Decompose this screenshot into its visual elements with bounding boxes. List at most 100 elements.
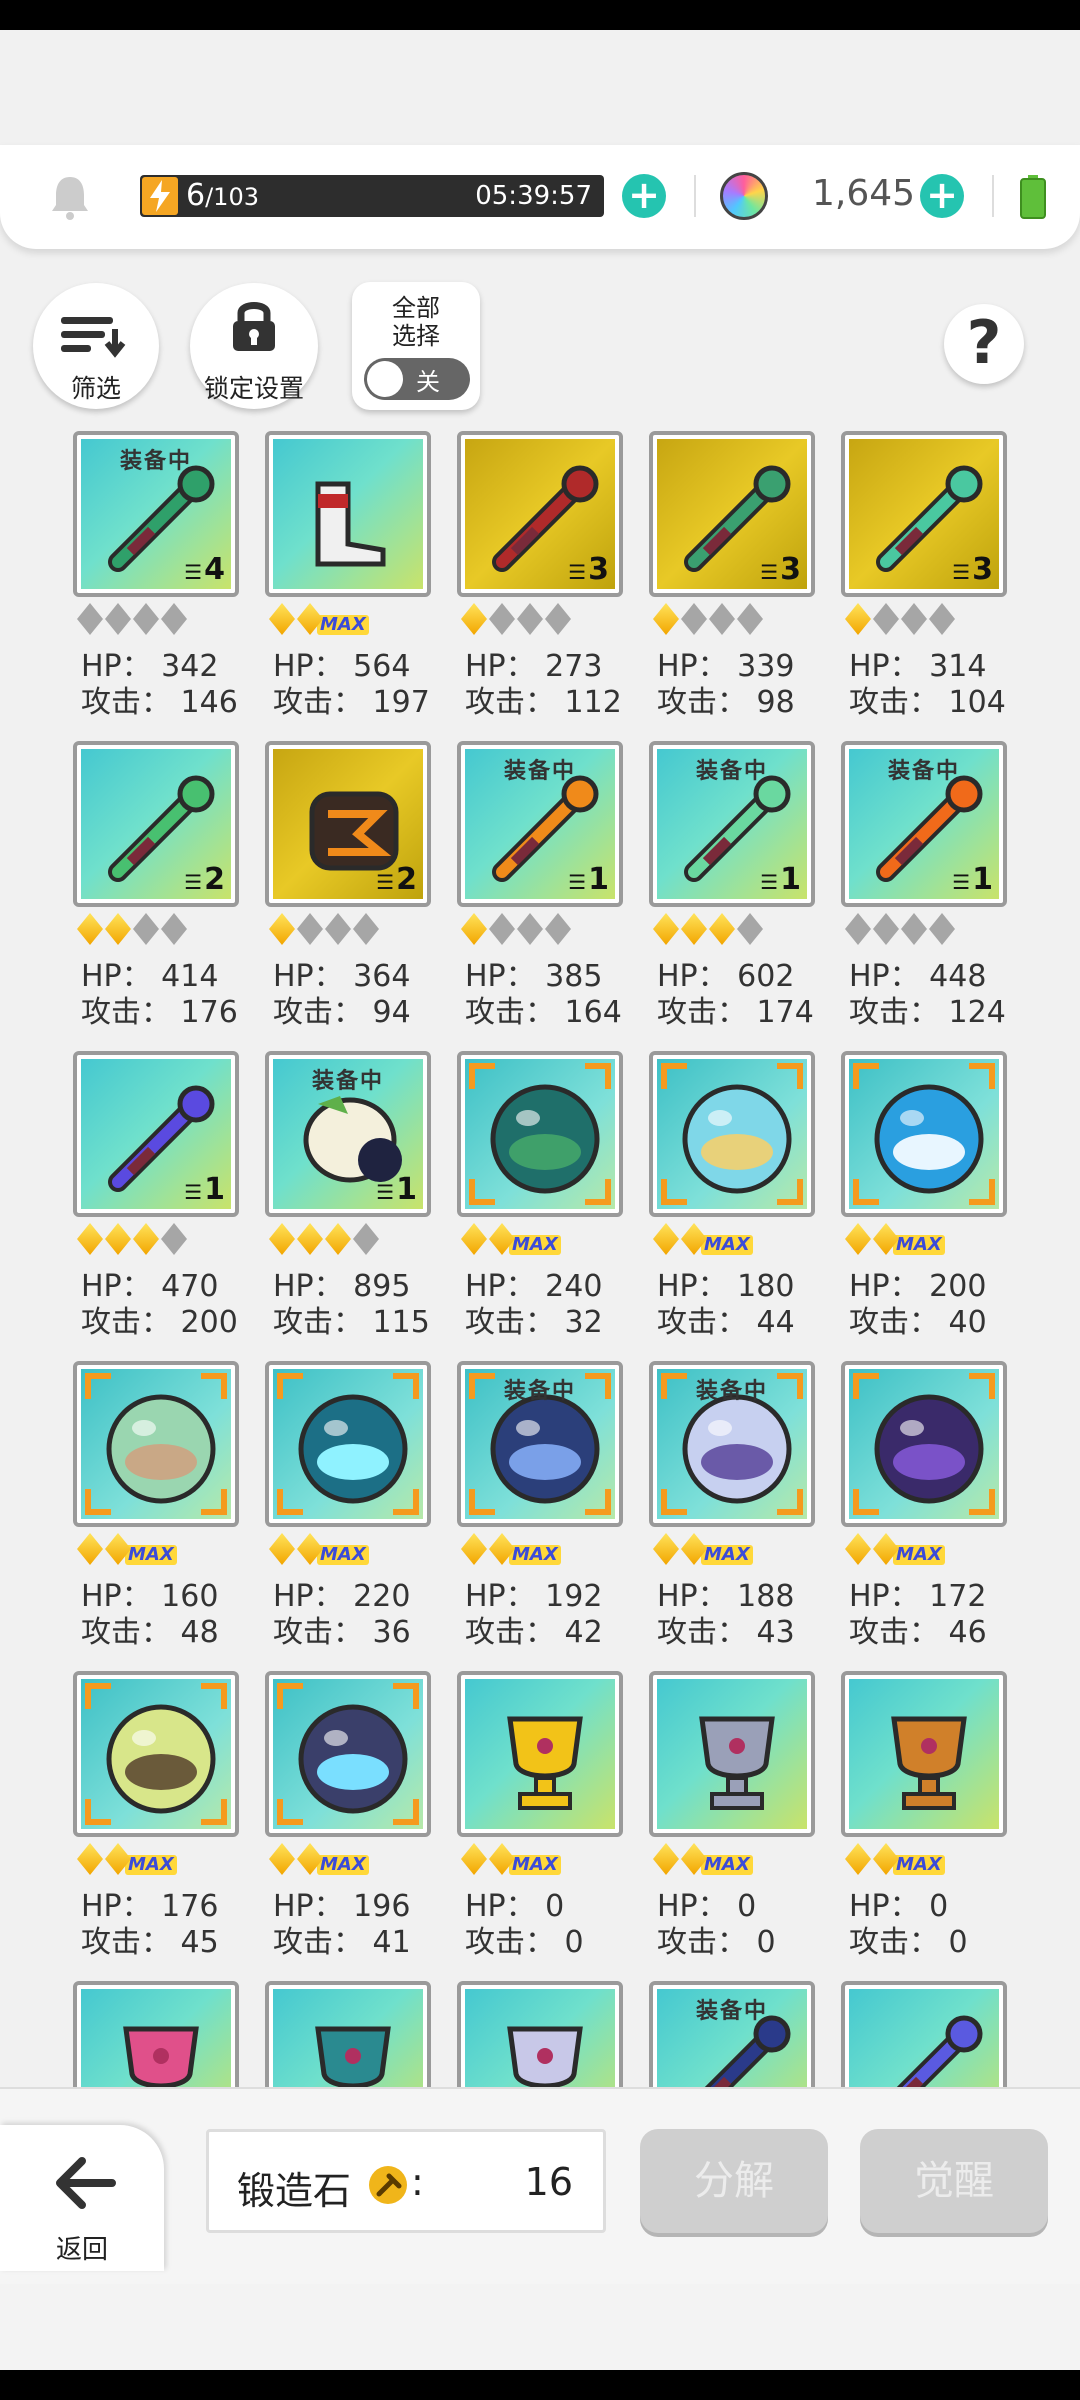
max-badge: MAX — [509, 1545, 561, 1565]
star-icon — [77, 913, 103, 945]
equipment-card[interactable] — [841, 1051, 1007, 1217]
equipment-item[interactable]: MAX HP： 0 攻击： 0 — [841, 1671, 1011, 1971]
equipment-item[interactable]: ☰2 HP： 414 攻击： 176 — [73, 741, 243, 1041]
equipment-card[interactable] — [73, 1671, 239, 1837]
equipment-card[interactable]: ☰3 — [649, 431, 815, 597]
bronze-trophy-icon — [891, 1716, 967, 1810]
star-icon — [325, 913, 351, 945]
equipment-card[interactable] — [265, 1981, 431, 2087]
equipment-card[interactable] — [649, 1051, 815, 1217]
star-icon — [653, 1533, 679, 1565]
max-badge: MAX — [893, 1855, 945, 1875]
equipment-item[interactable]: ☰3 HP： 273 攻击： 112 — [457, 431, 627, 731]
equipment-item[interactable]: 装备中 ☰4 HP： 342 攻击： 146 — [73, 431, 243, 731]
attack-stat: 攻击： 43 — [657, 1615, 795, 1650]
attack-stat: 攻击： 112 — [465, 685, 622, 720]
equipment-card[interactable]: ☰1 — [73, 1051, 239, 1217]
equipment-item[interactable]: MAX HP： 0 攻击： 0 — [649, 1671, 819, 1971]
decompose-button[interactable]: 分解 — [640, 2129, 828, 2233]
equipment-card[interactable] — [841, 1981, 1007, 2087]
attack-stat: 攻击： 146 — [81, 685, 238, 720]
attack-stat: 攻击： 32 — [465, 1305, 603, 1340]
equipment-item[interactable]: 装备中 MAX HP： 192 攻击： 42 — [457, 1361, 627, 1661]
equipment-item[interactable]: 装备中 MAX HP： 188 攻击： 43 — [649, 1361, 819, 1661]
equipment-item[interactable]: 装备中 ☰1 HP： 448 攻击： 124 — [841, 741, 1011, 1041]
equipment-item[interactable]: 装备中 ☰1 HP： 895 攻击： 115 — [265, 1051, 435, 1351]
equipment-item[interactable]: MAX HP： 196 攻击： 41 — [265, 1671, 435, 1971]
equipment-item[interactable]: ☰3 HP： 339 攻击： 98 — [649, 431, 819, 731]
equipment-item[interactable]: 装备中 ☰1 HP： 385 攻击： 164 — [457, 741, 627, 1041]
equipment-item[interactable]: MAX HP： 240 攻击： 32 — [457, 1051, 627, 1351]
equipment-item[interactable]: MAX HP： 564 攻击： 197 — [265, 431, 435, 731]
equipment-item[interactable]: MAX HP： 220 攻击： 36 — [265, 1361, 435, 1661]
max-badge: MAX — [509, 1855, 561, 1875]
equipment-card[interactable] — [73, 1981, 239, 2087]
equipment-item[interactable]: MAX HP： 180 攻击： 44 — [649, 1051, 819, 1351]
equipment-card[interactable]: 装备中 — [649, 1361, 815, 1527]
rarity-stars — [269, 1223, 439, 1257]
equipment-card[interactable]: ☰3 — [457, 431, 623, 597]
rarity-stars — [845, 913, 1015, 947]
equipment-item[interactable]: ☰2 HP： 364 攻击： 94 — [265, 741, 435, 1041]
equipment-card[interactable] — [457, 1051, 623, 1217]
equipment-card[interactable]: 装备中 — [649, 1981, 815, 2087]
back-button[interactable]: 返回 — [0, 2125, 164, 2271]
equipment-item[interactable]: MAX HP： 0 攻击： 0 — [457, 1671, 627, 1971]
star-icon — [77, 1843, 103, 1875]
rarity-stars — [461, 603, 631, 637]
equipment-card[interactable] — [841, 1361, 1007, 1527]
lock-settings-button[interactable]: 锁定设置 — [190, 283, 318, 409]
card-background: ☰2 — [81, 749, 231, 899]
card-background: ☰3 — [657, 439, 807, 589]
equipment-card[interactable]: ☰3 — [841, 431, 1007, 597]
equipment-card[interactable]: 装备中 ☰1 — [649, 741, 815, 907]
equipment-item[interactable]: 装备中 — [649, 1981, 819, 2087]
rarity-stars: MAX — [269, 1843, 439, 1877]
equipment-card[interactable] — [457, 1981, 623, 2087]
equipment-card[interactable]: 装备中 ☰1 — [265, 1051, 431, 1217]
attack-stat: 攻击： 40 — [849, 1305, 987, 1340]
equipment-item[interactable]: MAX HP： 200 攻击： 40 — [841, 1051, 1011, 1351]
max-badge: MAX — [317, 615, 369, 635]
equipment-card[interactable] — [265, 1361, 431, 1527]
awaken-button[interactable]: 觉醒 — [860, 2129, 1048, 2233]
card-background: 装备中 ☰1 — [657, 749, 807, 899]
equipment-item[interactable] — [265, 1981, 435, 2087]
attack-stat: 攻击： 200 — [81, 1305, 238, 1340]
equipment-item[interactable]: ☰3 HP： 314 攻击： 104 — [841, 431, 1011, 731]
rarity-stars: MAX — [77, 1533, 247, 1567]
item-count: ☰1 — [184, 1172, 225, 1207]
equipment-item[interactable] — [457, 1981, 627, 2087]
card-background: ☰2 — [273, 749, 423, 899]
card-background — [849, 1679, 999, 1829]
equipment-card[interactable]: 装备中 — [457, 1361, 623, 1527]
equipment-item[interactable] — [73, 1981, 243, 2087]
equipment-item[interactable] — [841, 1981, 1011, 2087]
equipment-item[interactable]: MAX HP： 172 攻击： 46 — [841, 1361, 1011, 1661]
equipment-item[interactable]: MAX HP： 176 攻击： 45 — [73, 1671, 243, 1971]
equipment-card[interactable]: ☰2 — [265, 741, 431, 907]
card-background — [849, 1989, 999, 2087]
equipment-card[interactable] — [265, 431, 431, 597]
equipment-card[interactable] — [457, 1671, 623, 1837]
equipment-card[interactable] — [649, 1671, 815, 1837]
equipment-item[interactable]: ☰1 HP： 470 攻击： 200 — [73, 1051, 243, 1351]
lock-icon — [233, 302, 275, 351]
equipment-item[interactable]: 装备中 ☰1 HP： 602 攻击： 174 — [649, 741, 819, 1041]
equipment-card[interactable]: 装备中 ☰1 — [457, 741, 623, 907]
card-background: 装备中 ☰1 — [273, 1059, 423, 1209]
attack-stat: 攻击： 115 — [273, 1305, 430, 1340]
equipment-item[interactable]: MAX HP： 160 攻击： 48 — [73, 1361, 243, 1661]
attack-stat: 攻击： 94 — [273, 995, 411, 1030]
attack-stat: 攻击： 0 — [465, 1925, 584, 1960]
filter-button[interactable]: 筛选 — [33, 283, 159, 409]
equipment-card[interactable]: ☰2 — [73, 741, 239, 907]
equipment-card[interactable]: 装备中 ☰1 — [841, 741, 1007, 907]
equipment-card[interactable]: 装备中 ☰4 — [73, 431, 239, 597]
select-all-panel: 全部 选择 关 — [352, 282, 480, 410]
select-all-toggle[interactable]: 关 — [364, 358, 470, 400]
equipment-card[interactable] — [841, 1671, 1007, 1837]
equipment-card[interactable] — [265, 1671, 431, 1837]
equipment-card[interactable] — [73, 1361, 239, 1527]
help-button[interactable]: ? — [944, 304, 1024, 384]
